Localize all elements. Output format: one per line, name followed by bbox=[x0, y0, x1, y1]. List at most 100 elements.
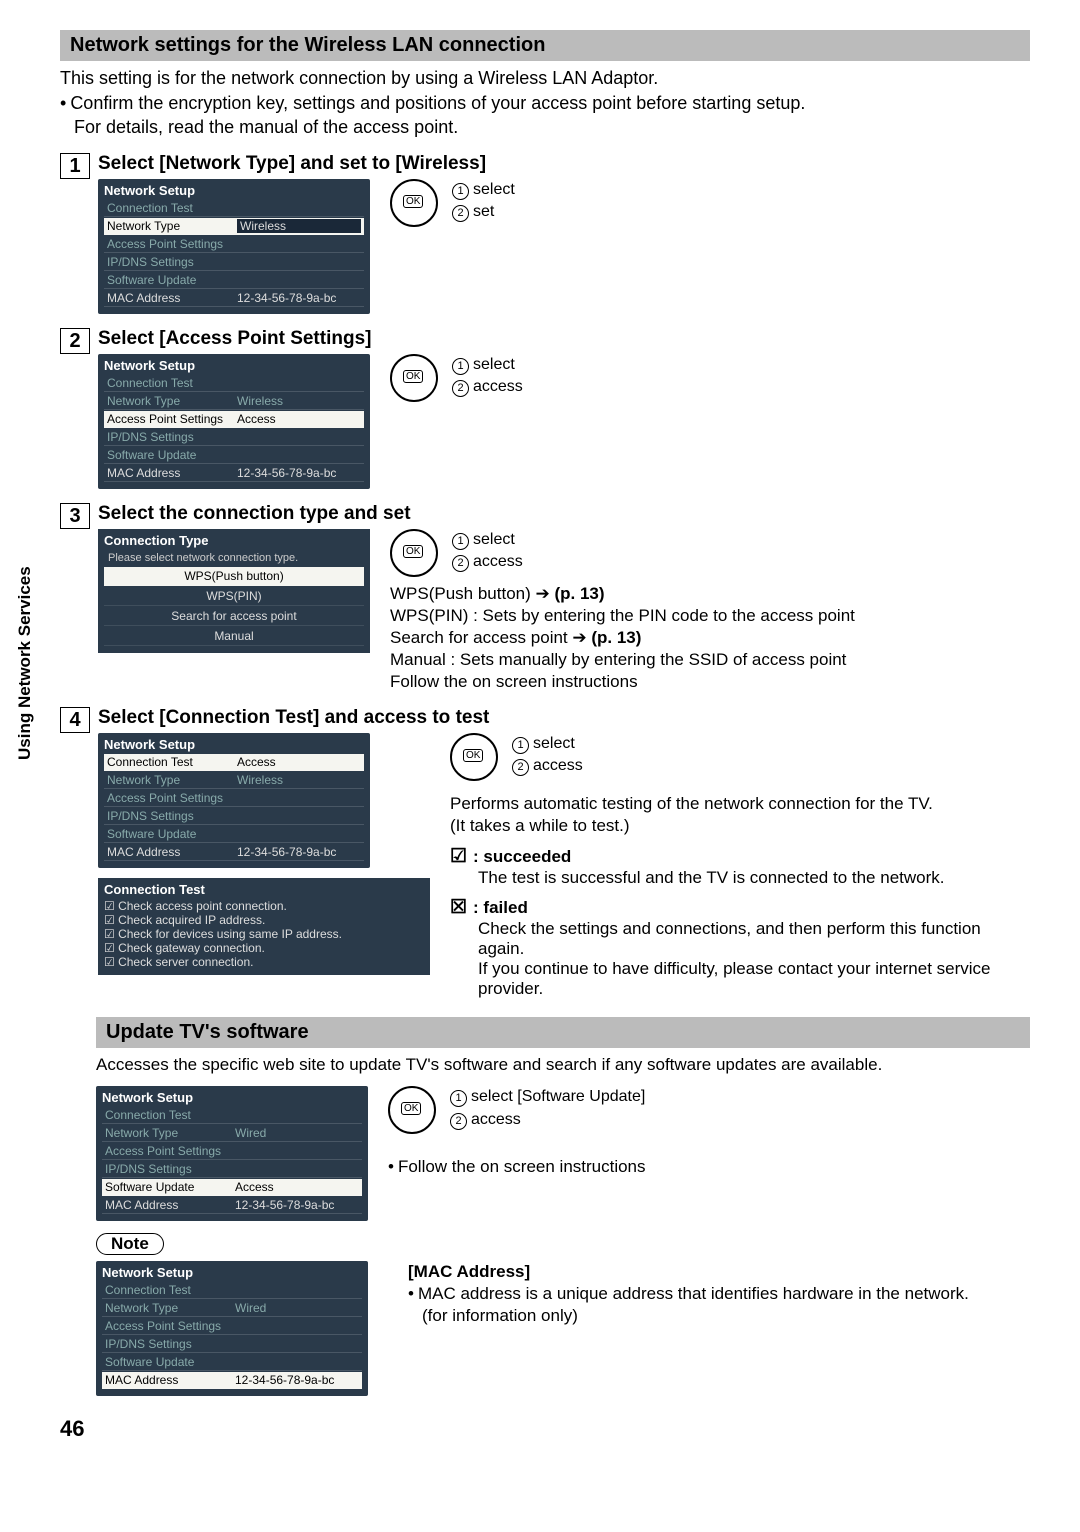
menu-value: Access bbox=[235, 1180, 359, 1194]
menu-item: Access Point Settings bbox=[107, 412, 237, 426]
menu-item: Software Update bbox=[107, 827, 237, 841]
menu-title: Network Setup bbox=[102, 1265, 362, 1280]
menu-item: MAC Address bbox=[105, 1373, 235, 1387]
menu-item: Manual bbox=[104, 627, 364, 646]
menu-item: MAC Address bbox=[105, 1198, 235, 1212]
menu-value: Wired bbox=[235, 1301, 359, 1315]
remote-access: access bbox=[512, 755, 583, 777]
menu-item: Software Update bbox=[105, 1180, 235, 1194]
page-number: 46 bbox=[60, 1416, 1030, 1442]
menu-item: Software Update bbox=[107, 273, 237, 287]
menu-value: 12-34-56-78-9a-bc bbox=[237, 291, 361, 305]
menu-value: Wired bbox=[235, 1126, 359, 1140]
step-3-desc: WPS(Push button)(p. 13) WPS(PIN) : Sets … bbox=[390, 583, 855, 693]
menu-value: 12-34-56-78-9a-bc bbox=[235, 1198, 359, 1212]
test-item: Check for devices using same IP address. bbox=[104, 927, 424, 941]
result-succeeded: ☑: succeeded The test is successful and … bbox=[450, 845, 1030, 888]
menu-item: Software Update bbox=[107, 448, 237, 462]
remote-dpad-icon bbox=[390, 354, 438, 402]
menu-item: WPS(PIN) bbox=[104, 587, 364, 606]
menu-value: Access bbox=[237, 412, 361, 426]
remote-dpad-icon bbox=[390, 529, 438, 577]
menu-title: Network Setup bbox=[102, 1090, 362, 1105]
menu-conn-type: Connection Type Please select network co… bbox=[98, 529, 370, 653]
menu-title: Network Setup bbox=[104, 183, 364, 198]
menu-item: Network Type bbox=[105, 1301, 235, 1315]
menu-item: Network Type bbox=[107, 219, 237, 233]
mac-desc-2: (for information only) bbox=[422, 1305, 969, 1327]
remote-dpad-icon bbox=[388, 1086, 436, 1134]
step-4-title: Select [Connection Test] and access to t… bbox=[98, 707, 1030, 729]
menu-value: 12-34-56-78-9a-bc bbox=[237, 466, 361, 480]
test-item: Check gateway connection. bbox=[104, 941, 424, 955]
mac-desc-1: MAC address is a unique address that ide… bbox=[408, 1283, 969, 1305]
step-4-number: 4 bbox=[60, 707, 90, 733]
remote-select: select bbox=[452, 179, 515, 201]
menu-value: 12-34-56-78-9a-bc bbox=[237, 845, 361, 859]
menu-title: Network Setup bbox=[104, 358, 364, 373]
menu-note: Network Setup Connection Test Network Ty… bbox=[96, 1261, 368, 1396]
step-2: 2 Select [Access Point Settings] Network… bbox=[60, 328, 1030, 489]
intro-block: This setting is for the network connecti… bbox=[60, 67, 1030, 139]
menu-item: Software Update bbox=[105, 1355, 235, 1369]
menu-title: Network Setup bbox=[104, 737, 364, 752]
menu-step1: Network Setup Connection Test Network Ty… bbox=[98, 179, 370, 314]
menu-item: Network Type bbox=[105, 1126, 235, 1140]
menu-item: Access Point Settings bbox=[105, 1319, 235, 1333]
menu-item: IP/DNS Settings bbox=[107, 255, 237, 269]
menu-item: Network Type bbox=[107, 394, 237, 408]
remote-access: access bbox=[450, 1109, 645, 1131]
test-title: Connection Test bbox=[104, 882, 424, 897]
cross-icon: ☒ bbox=[450, 897, 467, 918]
step-1-number: 1 bbox=[60, 153, 90, 179]
menu-item: Access Point Settings bbox=[105, 1144, 235, 1158]
step-1-title: Select [Network Type] and set to [Wirele… bbox=[98, 153, 1030, 175]
remote-dpad-icon bbox=[450, 733, 498, 781]
step-3: 3 Select the connection type and set Con… bbox=[60, 503, 1030, 693]
menu-update: Network Setup Connection Test Network Ty… bbox=[96, 1086, 368, 1221]
section-header-update: Update TV's software bbox=[96, 1017, 1030, 1048]
remote-select: select bbox=[452, 529, 523, 551]
remote-labels: select access bbox=[452, 354, 523, 399]
menu-item: MAC Address bbox=[107, 466, 237, 480]
mac-title: [MAC Address] bbox=[408, 1262, 530, 1281]
connection-test-box: Connection Test Check access point conne… bbox=[98, 878, 430, 975]
menu-value: Wireless bbox=[237, 219, 361, 233]
step-3-title: Select the connection type and set bbox=[98, 503, 1030, 525]
remote-access: access bbox=[452, 376, 523, 398]
menu-item: Connection Test bbox=[105, 1108, 235, 1122]
menu-item: IP/DNS Settings bbox=[107, 809, 237, 823]
test-item: Check access point connection. bbox=[104, 899, 424, 913]
menu-item: IP/DNS Settings bbox=[105, 1337, 235, 1351]
menu-value: Wireless bbox=[237, 394, 361, 408]
check-icon: ☑ bbox=[450, 846, 467, 867]
menu-hint: Please select network connection type. bbox=[104, 550, 364, 566]
remote-access: access bbox=[452, 551, 523, 573]
test-item: Check acquired IP address. bbox=[104, 913, 424, 927]
step-1: 1 Select [Network Type] and set to [Wire… bbox=[60, 153, 1030, 314]
step-3-number: 3 bbox=[60, 503, 90, 529]
menu-item: MAC Address bbox=[107, 291, 237, 305]
note-label: Note bbox=[96, 1233, 164, 1255]
menu-item: Connection Test bbox=[105, 1283, 235, 1297]
intro-line-1: This setting is for the network connecti… bbox=[60, 67, 1030, 90]
result-failed: ☒: failed Check the settings and connect… bbox=[450, 896, 1030, 999]
menu-item: MAC Address bbox=[107, 845, 237, 859]
update-follow: Follow the on screen instructions bbox=[388, 1156, 646, 1178]
menu-step2: Network Setup Connection Test Network Ty… bbox=[98, 354, 370, 489]
menu-value: 12-34-56-78-9a-bc bbox=[235, 1373, 359, 1387]
intro-line-2: Confirm the encryption key, settings and… bbox=[60, 92, 1030, 115]
remote-set: set bbox=[452, 201, 515, 223]
step-4: 4 Select [Connection Test] and access to… bbox=[60, 707, 1030, 999]
menu-item: Search for access point bbox=[104, 607, 364, 626]
menu-item: Connection Test bbox=[107, 201, 237, 215]
menu-item: Access Point Settings bbox=[107, 791, 237, 805]
menu-item: Connection Test bbox=[107, 755, 237, 769]
remote-select-sw: select [Software Update] bbox=[450, 1086, 645, 1108]
menu-title: Connection Type bbox=[104, 533, 364, 548]
menu-item: Access Point Settings bbox=[107, 237, 237, 251]
step-4-desc: Performs automatic testing of the networ… bbox=[450, 793, 1030, 837]
section-header-wireless: Network settings for the Wireless LAN co… bbox=[60, 30, 1030, 61]
menu-item: IP/DNS Settings bbox=[107, 430, 237, 444]
menu-step4: Network Setup Connection TestAccess Netw… bbox=[98, 733, 370, 868]
